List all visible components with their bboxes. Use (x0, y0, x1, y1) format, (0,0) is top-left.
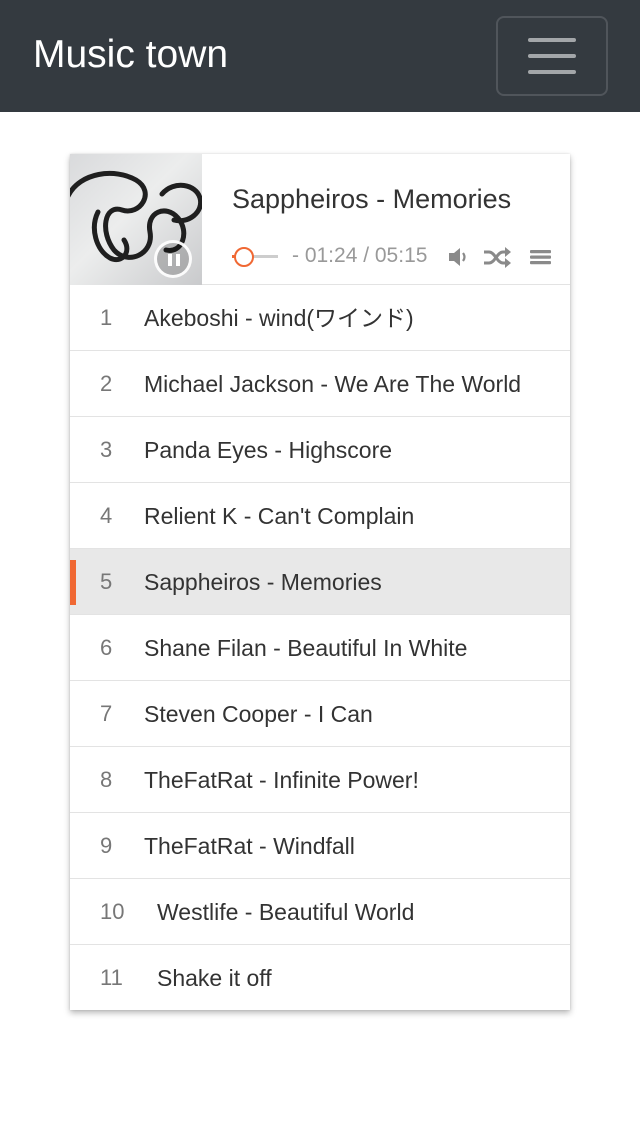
playlist-item[interactable]: 8 TheFatRat - Infinite Power! (70, 747, 570, 813)
playlist-item[interactable]: 4 Relient K - Can't Complain (70, 483, 570, 549)
track-number: 5 (100, 569, 113, 594)
playlist-item[interactable]: 3 Panda Eyes - Highscore (70, 417, 570, 483)
track-number: 11 (100, 965, 123, 990)
playlist: 1 Akeboshi - wind(ワインド) 2 Michael Jackso… (70, 285, 570, 1011)
track-number: 4 (100, 503, 113, 528)
volume-button[interactable] (446, 244, 472, 270)
pause-icon (168, 254, 172, 266)
navbar-toggle-button[interactable] (496, 16, 608, 96)
track-name: Shake it off (157, 965, 272, 991)
playlist-item[interactable]: 6 Shane Filan - Beautiful In White (70, 615, 570, 681)
track-number: 1 (100, 305, 113, 330)
hamburger-menu-icon (528, 38, 576, 42)
track-number: 2 (100, 371, 113, 396)
shuffle-button[interactable] (482, 244, 512, 270)
playlist-item[interactable]: 1 Akeboshi - wind(ワインド) (70, 285, 570, 351)
navbar: Music town (0, 0, 640, 112)
track-name: Sappheiros - Memories (144, 569, 382, 595)
music-player: Sappheiros - Memories - 01:24 / 05:15 1 … (70, 154, 570, 1010)
track-number: 8 (100, 767, 113, 792)
track-name: Steven Cooper - I Can (144, 701, 373, 727)
brand-title[interactable]: Music town (33, 33, 228, 77)
track-number: 9 (100, 833, 113, 858)
playlist-item-active[interactable]: 5 Sappheiros - Memories (70, 549, 570, 615)
track-name: Michael Jackson - We Are The World (144, 371, 522, 397)
track-number: 7 (100, 701, 113, 726)
time-display: - 01:24 / 05:15 (292, 244, 428, 267)
progress-slider[interactable] (232, 244, 278, 268)
playlist-item[interactable]: 10 Westlife - Beautiful World (70, 879, 570, 945)
progress-thumb[interactable] (234, 247, 254, 267)
volume-icon (449, 248, 466, 266)
playlist-menu-icon (530, 250, 551, 265)
track-name: TheFatRat - Windfall (144, 833, 355, 859)
now-playing-title: Sappheiros - Memories (232, 184, 512, 214)
playlist-toggle-button[interactable] (528, 244, 554, 270)
track-number: 6 (100, 635, 113, 660)
track-number: 3 (100, 437, 113, 462)
track-name: Westlife - Beautiful World (157, 899, 415, 925)
player-header: Sappheiros - Memories - 01:24 / 05:15 (70, 154, 570, 285)
playlist-item[interactable]: 7 Steven Cooper - I Can (70, 681, 570, 747)
track-name: Panda Eyes - Highscore (144, 437, 393, 463)
pause-button[interactable] (154, 240, 192, 278)
track-name: TheFatRat - Infinite Power! (144, 767, 419, 793)
album-cover (70, 154, 202, 285)
hamburger-menu-icon (528, 70, 576, 74)
playlist-item[interactable]: 2 Michael Jackson - We Are The World (70, 351, 570, 417)
pause-icon (176, 254, 180, 266)
shuffle-icon (484, 247, 511, 268)
track-name: Shane Filan - Beautiful In White (144, 635, 468, 661)
playlist-item[interactable]: 11 Shake it off (70, 945, 570, 1011)
track-name: Relient K - Can't Complain (144, 503, 415, 529)
track-name: Akeboshi - wind(ワインド) (144, 305, 414, 331)
hamburger-menu-icon (528, 54, 576, 58)
track-number: 10 (100, 899, 125, 924)
playlist-item[interactable]: 9 TheFatRat - Windfall (70, 813, 570, 879)
